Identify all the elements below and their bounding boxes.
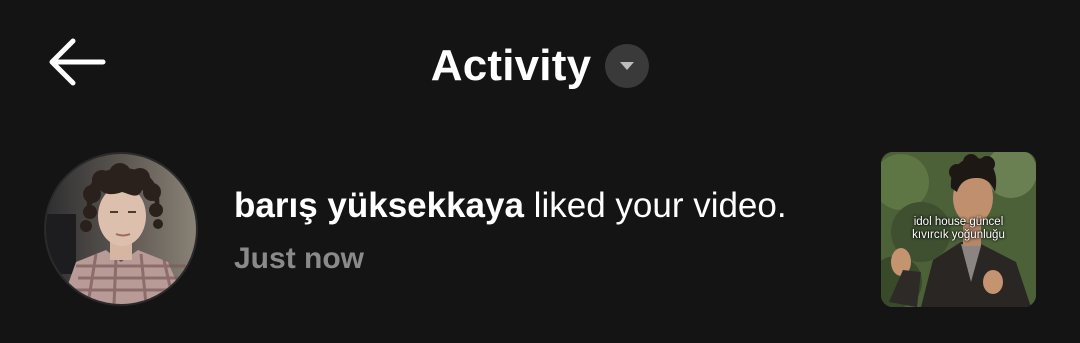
notification-row[interactable]: barış yüksekkaya liked your video. Just … xyxy=(0,150,1080,310)
avatar-photo xyxy=(46,154,196,304)
notification-text: barış yüksekkaya liked your video. Just … xyxy=(234,184,854,276)
avatar[interactable] xyxy=(44,152,198,306)
activity-action: liked your video. xyxy=(523,186,787,225)
activity-filter-dropdown[interactable] xyxy=(605,44,650,88)
timestamp: Just now xyxy=(234,242,365,275)
header: Activity xyxy=(0,0,1080,130)
title-container: Activity xyxy=(0,38,1080,94)
page-title: Activity xyxy=(430,41,592,90)
caret-down-icon xyxy=(620,62,635,70)
activity-message: barış yüksekkaya liked your video. xyxy=(234,184,854,228)
thumbnail-caption-line1: idol house güncel xyxy=(913,216,1004,228)
video-thumbnail[interactable]: idol house güncel kıvırcık yoğunluğu xyxy=(881,152,1036,307)
username-link[interactable]: barış yüksekkaya xyxy=(234,186,524,225)
thumbnail-caption: idol house güncel kıvırcık yoğunluğu xyxy=(881,216,1036,242)
thumbnail-caption-line2: kıvırcık yoğunluğu xyxy=(912,229,1005,241)
